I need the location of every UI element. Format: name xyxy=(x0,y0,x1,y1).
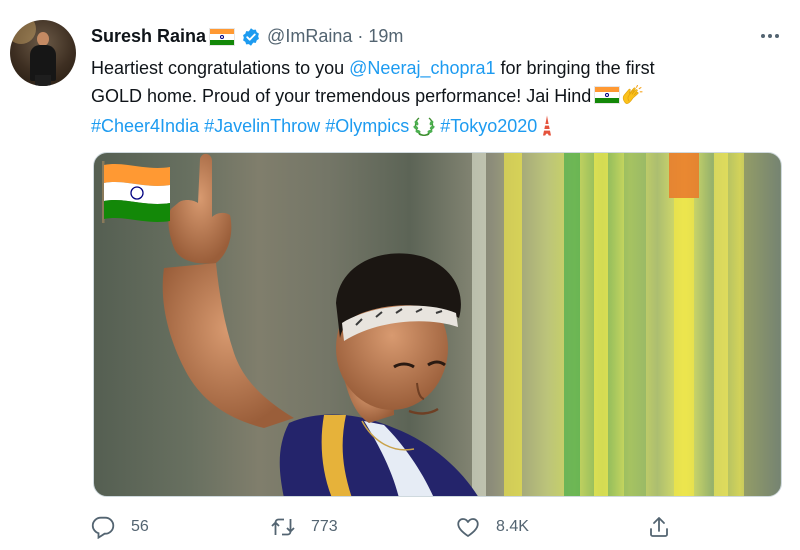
tweet-photo[interactable] xyxy=(93,152,782,497)
india-flag-icon xyxy=(102,161,170,223)
retweet-count: 773 xyxy=(311,518,338,535)
reply-button[interactable]: 56 xyxy=(91,512,149,542)
separator: · xyxy=(357,25,364,46)
hashtag-tokyo2020[interactable]: #Tokyo2020 xyxy=(440,116,537,136)
mention-link[interactable]: @Neeraj_chopra1 xyxy=(349,58,495,78)
tweet-text-part: Heartiest congratulations to you xyxy=(91,58,350,78)
share-button[interactable] xyxy=(647,512,671,542)
hashtag-cheer4india[interactable]: #Cheer4India xyxy=(91,116,199,136)
timestamp[interactable]: 19m xyxy=(368,26,403,47)
author-handle[interactable]: @ImRaina xyxy=(267,26,352,47)
india-flag-icon xyxy=(209,28,236,46)
reply-count: 56 xyxy=(131,518,149,535)
like-icon xyxy=(457,518,479,537)
tweet-header: Suresh Raina @ImRaina · 19m xyxy=(91,23,403,49)
hashtag-olympics[interactable]: #Olympics xyxy=(325,116,409,136)
more-options-button[interactable] xyxy=(756,24,784,48)
retweet-button[interactable]: 773 xyxy=(271,512,338,542)
clapping-hands-icon xyxy=(623,85,643,104)
india-flag-icon xyxy=(594,86,621,104)
tweet-text-part: for bringing the first xyxy=(495,58,655,78)
tweet-text-part: GOLD home. Proud of your tremendous perf… xyxy=(91,86,592,106)
more-icon xyxy=(761,34,765,38)
author-name[interactable]: Suresh Raina xyxy=(91,26,206,47)
laurel-wreath-icon xyxy=(413,117,435,136)
reply-icon xyxy=(91,516,115,539)
like-count: 8.4K xyxy=(496,518,529,535)
tokyo-tower-icon xyxy=(543,115,552,136)
athlete-image xyxy=(162,153,478,496)
tweet-text: Heartiest congratulations to you @Neeraj… xyxy=(91,55,781,140)
verified-badge-icon xyxy=(243,28,259,46)
like-button[interactable]: 8.4K xyxy=(456,512,529,542)
avatar[interactable] xyxy=(10,20,76,86)
hashtag-javelinthrow[interactable]: #JavelinThrow xyxy=(204,116,320,136)
tweet-actions: 56 773 8.4K xyxy=(91,512,711,542)
retweet-icon xyxy=(271,518,295,536)
share-icon xyxy=(650,517,668,537)
